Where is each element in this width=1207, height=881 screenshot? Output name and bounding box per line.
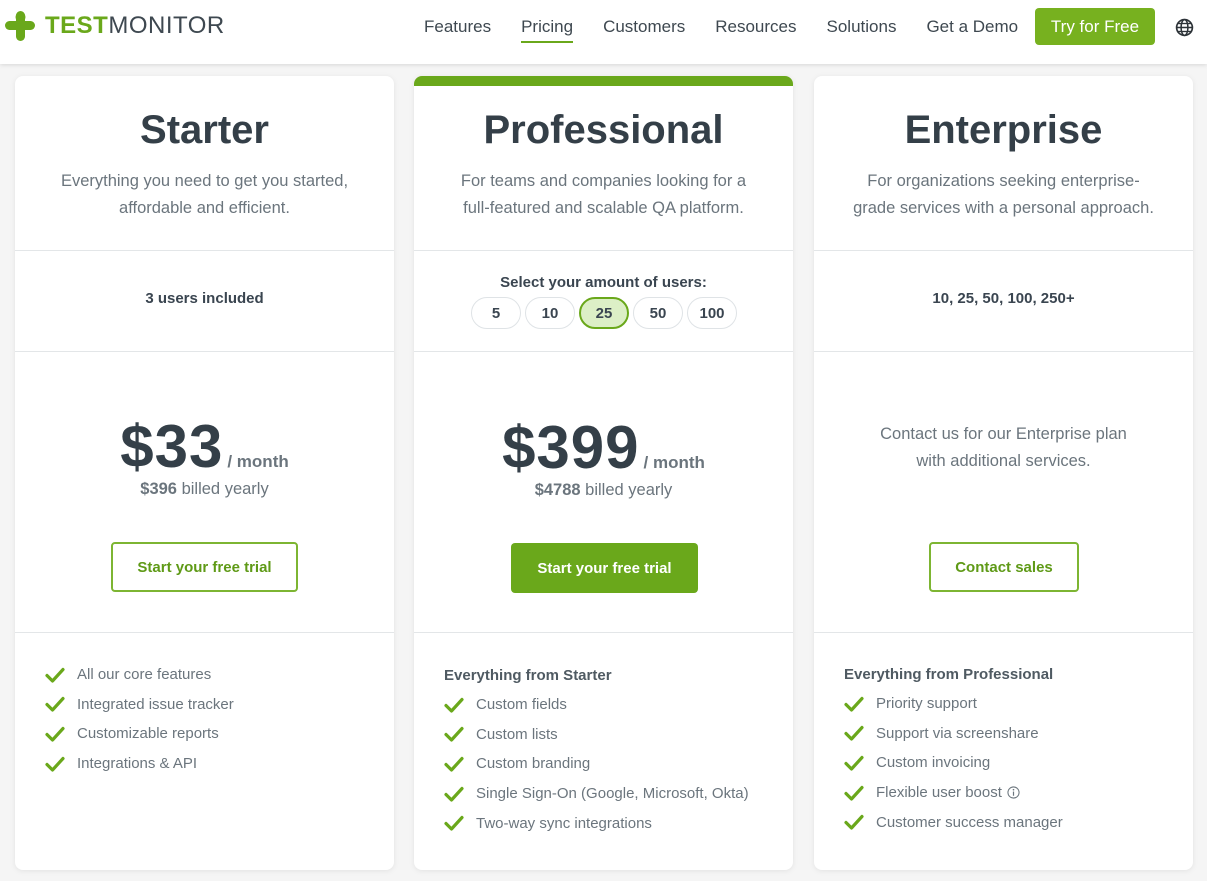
plan-title: Enterprise (904, 108, 1103, 152)
feature-item: Custom branding (444, 749, 749, 779)
check-icon (444, 786, 464, 802)
check-icon (45, 756, 65, 772)
check-icon (45, 667, 65, 683)
plan-description: For organizations seeking enterprise- gr… (853, 172, 1154, 217)
check-icon (844, 726, 864, 741)
check-icon (844, 785, 864, 801)
plan-card-enterprise: Enterprise For organizations seeking ent… (814, 76, 1193, 870)
check-icon (844, 815, 864, 830)
divider (814, 351, 1193, 352)
feature-item: Flexible user boost (844, 778, 1063, 808)
users-included: 3 users included (145, 290, 264, 307)
contact-description: Contact us for our Enterprise plan with … (880, 425, 1127, 470)
nav-resources[interactable]: Resources (715, 17, 796, 43)
globe-icon[interactable] (1175, 18, 1194, 37)
feature-item: Two-way sync integrations (444, 808, 749, 838)
price: $33 / month (15, 412, 394, 481)
nav-solutions[interactable]: Solutions (827, 17, 897, 43)
feature-item: Customer success manager (844, 807, 1063, 837)
price-period: / month (643, 453, 705, 472)
plan-title: Professional (483, 108, 724, 152)
check-icon (444, 816, 464, 831)
users-select-label: Select your amount of users: (500, 274, 707, 291)
feature-list: Custom fields Custom lists Custom brandi… (444, 690, 749, 838)
divider (414, 250, 793, 251)
feature-item: Single Sign-On (Google, Microsoft, Okta) (444, 779, 749, 809)
info-icon[interactable] (1007, 786, 1020, 799)
plan-description: For teams and companies looking for a fu… (460, 172, 747, 217)
user-amount-selector: 5 10 25 50 100 (471, 297, 741, 329)
user-option-50[interactable]: 50 (633, 297, 683, 329)
user-option-5[interactable]: 5 (471, 297, 521, 329)
features-heading: Everything from Professional (844, 666, 1054, 683)
user-tiers: 10, 25, 50, 100, 250+ (932, 290, 1075, 307)
feature-item: Priority support (844, 689, 1063, 719)
contact-sales-button[interactable]: Contact sales (929, 542, 1079, 592)
feature-list: Priority support Support via screenshare… (844, 689, 1063, 837)
price-amount: $33 (120, 413, 224, 480)
check-icon (45, 726, 65, 742)
site-header: TESTMONITOR Features Pricing Customers R… (0, 0, 1207, 64)
feature-item: Support via screenshare (844, 719, 1063, 749)
logo-text: TESTMONITOR (45, 12, 225, 39)
user-option-100[interactable]: 100 (687, 297, 737, 329)
start-free-trial-button[interactable]: Start your free trial (111, 542, 298, 592)
divider (15, 250, 394, 251)
try-for-free-button[interactable]: Try for Free (1035, 8, 1155, 45)
price-amount: $399 (502, 414, 640, 481)
nav-pricing[interactable]: Pricing (521, 17, 574, 43)
feature-item: Customizable reports (45, 719, 234, 749)
plus-cross-logo-icon (5, 11, 35, 41)
billed-yearly: $396 billed yearly (140, 480, 269, 498)
feature-item: All our core features (45, 660, 234, 690)
user-option-25[interactable]: 25 (579, 297, 629, 329)
feature-item: Custom invoicing (844, 748, 1063, 778)
divider (814, 250, 1193, 251)
feature-item: Integrated issue tracker (45, 690, 234, 720)
feature-item: Custom fields (444, 690, 749, 720)
plan-card-starter: Starter Everything you need to get you s… (15, 76, 394, 870)
price-period: / month (227, 452, 289, 471)
nav-customers[interactable]: Customers (603, 17, 685, 43)
divider (414, 351, 793, 352)
plan-title: Starter (140, 108, 269, 152)
check-icon (844, 696, 864, 712)
feature-list: All our core features Integrated issue t… (45, 660, 234, 778)
feature-item: Integrations & API (45, 749, 234, 779)
main-nav: Features Pricing Customers Resources Sol… (424, 17, 1018, 43)
divider (15, 632, 394, 633)
start-free-trial-button[interactable]: Start your free trial (511, 543, 698, 593)
user-option-10[interactable]: 10 (525, 297, 575, 329)
highlight-bar (414, 76, 793, 86)
check-icon (45, 697, 65, 712)
check-icon (444, 756, 464, 772)
divider (814, 632, 1193, 633)
divider (15, 351, 394, 352)
check-icon (844, 755, 864, 771)
plan-card-professional: Professional For teams and companies loo… (414, 76, 793, 870)
divider (414, 632, 793, 633)
features-heading: Everything from Starter (444, 667, 612, 684)
feature-item: Custom lists (444, 720, 749, 750)
billed-yearly: $4788 billed yearly (534, 481, 673, 499)
nav-get-a-demo[interactable]: Get a Demo (926, 17, 1018, 43)
logo[interactable]: TESTMONITOR (5, 9, 225, 43)
check-icon (444, 727, 464, 742)
nav-features[interactable]: Features (424, 17, 491, 43)
plan-description: Everything you need to get you started, … (60, 172, 349, 217)
check-icon (444, 697, 464, 713)
price: $399 / month (414, 413, 793, 482)
